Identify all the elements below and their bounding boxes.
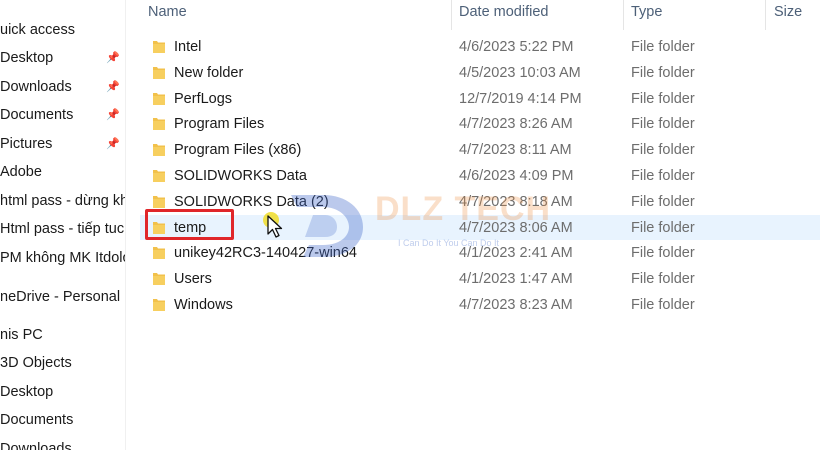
- file-row[interactable]: PerfLogs 12/7/2019 4:14 PM File folder: [140, 86, 820, 111]
- file-row[interactable]: New folder 4/5/2023 10:03 AM File folder: [140, 60, 820, 85]
- file-type: File folder: [631, 115, 695, 132]
- folder-icon: [153, 93, 165, 105]
- folder-icon: [153, 299, 165, 311]
- file-type: File folder: [631, 193, 695, 210]
- file-name: Users: [174, 270, 212, 287]
- file-date-modified: 4/7/2023 8:23 AM: [459, 296, 573, 313]
- file-type: File folder: [631, 219, 695, 236]
- watermark-title: DLZ TECH: [375, 190, 552, 228]
- pin-icon: 📌: [106, 109, 120, 121]
- nav-item-pc-downloads[interactable]: Downloads: [0, 437, 125, 450]
- nav-item-pc-documents[interactable]: Documents: [0, 408, 125, 432]
- nav-item-label: 3D Objects: [0, 355, 72, 371]
- file-name: New folder: [174, 64, 244, 81]
- nav-item-this-pc[interactable]: nis PC: [0, 323, 125, 347]
- nav-item-label: Desktop: [0, 384, 54, 400]
- nav-item-label: Html pass - tiếp tuc: [0, 221, 125, 237]
- file-type: File folder: [631, 296, 695, 313]
- file-date-modified: 4/1/2023 1:47 AM: [459, 270, 573, 287]
- file-name: Windows: [174, 296, 233, 313]
- file-date-modified: 12/7/2019 4:14 PM: [459, 90, 582, 107]
- nav-item-html-pass-2[interactable]: Html pass - tiếp tuc: [0, 217, 125, 241]
- column-header-type[interactable]: Type: [631, 0, 662, 24]
- navigation-pane: uick access Desktop 📌 Downloads 📌 Document…: [0, 0, 126, 450]
- nav-item-label: Adobe: [0, 164, 42, 180]
- folder-icon: [153, 41, 165, 53]
- nav-item-label: Downloads: [0, 441, 72, 450]
- folder-icon: [153, 67, 165, 79]
- file-date-modified: 4/6/2023 4:09 PM: [459, 167, 574, 184]
- nav-item-desktop[interactable]: Desktop 📌: [0, 46, 125, 70]
- nav-item-quick-access[interactable]: uick access: [0, 18, 125, 42]
- nav-item-label: Downloads: [0, 79, 72, 95]
- nav-item-documents[interactable]: Documents 📌: [0, 103, 125, 127]
- file-name: SOLIDWORKS Data: [174, 167, 307, 184]
- nav-item-label: Desktop: [0, 50, 54, 66]
- file-name: Program Files: [174, 115, 265, 132]
- file-row[interactable]: Program Files (x86) 4/7/2023 8:11 AM File …: [140, 137, 820, 162]
- file-date-modified: 4/5/2023 10:03 AM: [459, 64, 581, 81]
- column-header-size[interactable]: Size: [774, 0, 802, 24]
- file-type: File folder: [631, 244, 695, 261]
- nav-item-html-pass-1[interactable]: html pass - dừng kh: [0, 189, 125, 213]
- file-type: File folder: [631, 141, 695, 158]
- nav-item-label: neDrive - Personal: [0, 289, 121, 305]
- file-type: File folder: [631, 270, 695, 287]
- pin-icon: 📌: [106, 138, 120, 150]
- file-row[interactable]: Users 4/1/2023 1:47 AM File folder: [140, 266, 820, 291]
- nav-item-pc-desktop[interactable]: Desktop: [0, 380, 125, 404]
- file-name: Intel: [174, 38, 202, 55]
- pin-icon: 📌: [106, 81, 120, 93]
- nav-item-label: uick access: [0, 22, 75, 38]
- file-type: File folder: [631, 64, 695, 81]
- mouse-cursor-icon: [263, 212, 283, 238]
- file-date-modified: 4/7/2023 8:11 AM: [459, 141, 572, 158]
- file-date-modified: 4/6/2023 5:22 PM: [459, 38, 574, 55]
- file-name: unikey42RC3-140427-win64: [174, 244, 357, 261]
- column-header-name[interactable]: Name: [148, 0, 187, 24]
- nav-item-onedrive[interactable]: neDrive - Personal: [0, 285, 125, 309]
- nav-item-label: PM không MK Itdolo: [0, 250, 125, 266]
- file-type: File folder: [631, 167, 695, 184]
- folder-icon: [153, 118, 165, 130]
- column-divider[interactable]: [623, 0, 624, 30]
- column-divider[interactable]: [451, 0, 452, 30]
- highlight-box: [145, 209, 234, 240]
- file-row[interactable]: Intel 4/6/2023 5:22 PM File folder: [140, 34, 820, 59]
- file-type: File folder: [631, 38, 695, 55]
- folder-icon: [153, 144, 165, 156]
- nav-item-label: Pictures: [0, 136, 53, 152]
- file-name: PerfLogs: [174, 90, 233, 107]
- file-type: File folder: [631, 90, 695, 107]
- nav-item-pictures[interactable]: Pictures 📌: [0, 132, 125, 156]
- nav-item-label: Documents: [0, 412, 74, 428]
- column-divider[interactable]: [765, 0, 766, 30]
- nav-item-downloads[interactable]: Downloads 📌: [0, 75, 125, 99]
- folder-icon: [153, 247, 165, 259]
- watermark-subtitle: I Can Do It You Can Do It: [398, 238, 500, 248]
- folder-icon: [153, 196, 165, 208]
- file-date-modified: 4/7/2023 8:26 AM: [459, 115, 573, 132]
- file-row[interactable]: Program Files 4/7/2023 8:26 AM File folder: [140, 111, 820, 136]
- file-row[interactable]: Windows 4/7/2023 8:23 AM File folder: [140, 292, 820, 317]
- nav-item-label: Documents: [0, 107, 74, 123]
- pin-icon: 📌: [106, 52, 120, 64]
- nav-item-adobe[interactable]: Adobe: [0, 160, 125, 184]
- nav-item-label: html pass - dừng kh: [0, 193, 125, 209]
- column-header-date-modified[interactable]: Date modified: [459, 0, 548, 24]
- nav-item-pm[interactable]: PM không MK Itdolo: [0, 246, 125, 270]
- nav-item-3d-objects[interactable]: 3D Objects: [0, 351, 125, 375]
- folder-icon: [153, 170, 165, 182]
- nav-item-label: nis PC: [0, 327, 43, 343]
- file-row[interactable]: SOLIDWORKS Data 4/6/2023 4:09 PM File fold…: [140, 163, 820, 188]
- folder-icon: [153, 273, 165, 285]
- file-name: Program Files (x86): [174, 141, 302, 158]
